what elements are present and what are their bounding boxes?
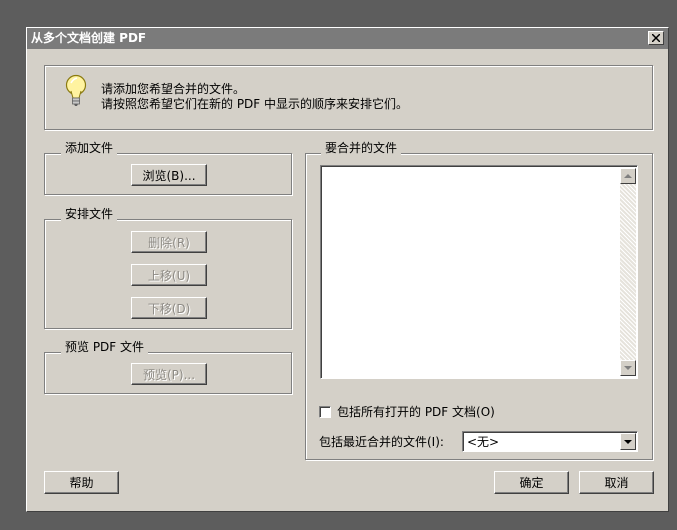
chevron-up-icon — [624, 174, 632, 178]
add-files-legend: 添加文件 — [61, 141, 118, 155]
ok-button[interactable]: 确定 — [494, 471, 569, 494]
dropdown-button[interactable] — [620, 433, 636, 450]
delete-button[interactable]: 删除(R) — [131, 231, 207, 253]
recent-files-value: <无> — [467, 435, 500, 449]
dialog-window: 从多个文档创建 PDF 请添加您希望合并的文件。 请按照您希望它们在新的 PDF… — [26, 27, 669, 512]
lightbulb-icon — [65, 74, 87, 106]
close-icon — [652, 34, 660, 42]
hint-line-2: 请按照您希望它们在新的 PDF 中显示的顺序来安排它们。 — [101, 97, 409, 111]
file-list-scrollbar[interactable] — [620, 168, 636, 376]
hint-panel: 请添加您希望合并的文件。 请按照您希望它们在新的 PDF 中显示的顺序来安排它们… — [44, 65, 653, 130]
move-up-button[interactable]: 上移(U) — [131, 264, 207, 286]
dialog-title: 从多个文档创建 PDF — [31, 31, 147, 45]
chevron-down-icon — [624, 366, 632, 370]
chevron-down-icon — [624, 439, 632, 444]
files-to-combine-legend: 要合并的文件 — [321, 141, 402, 155]
recent-files-label: 包括最近合并的文件(I): — [319, 435, 444, 449]
arrange-files-legend: 安排文件 — [61, 207, 118, 221]
include-open-label[interactable]: 包括所有打开的 PDF 文档(O) — [337, 405, 495, 419]
recent-files-select[interactable]: <无> — [462, 431, 638, 452]
include-open-checkbox[interactable] — [319, 406, 331, 418]
browse-button[interactable]: 浏览(B)... — [131, 164, 207, 186]
move-down-button[interactable]: 下移(D) — [131, 297, 207, 319]
preview-button[interactable]: 预览(P)... — [131, 363, 207, 385]
scroll-down-button[interactable] — [620, 360, 636, 376]
preview-legend: 预览 PDF 文件 — [61, 340, 149, 354]
dialog-titlebar[interactable]: 从多个文档创建 PDF — [27, 28, 668, 49]
close-button[interactable] — [648, 31, 664, 45]
scroll-up-button[interactable] — [620, 168, 636, 184]
hint-line-1: 请添加您希望合并的文件。 — [101, 82, 246, 96]
cancel-button[interactable]: 取消 — [579, 471, 654, 494]
help-button[interactable]: 帮助 — [44, 471, 119, 494]
file-list[interactable] — [320, 165, 638, 379]
